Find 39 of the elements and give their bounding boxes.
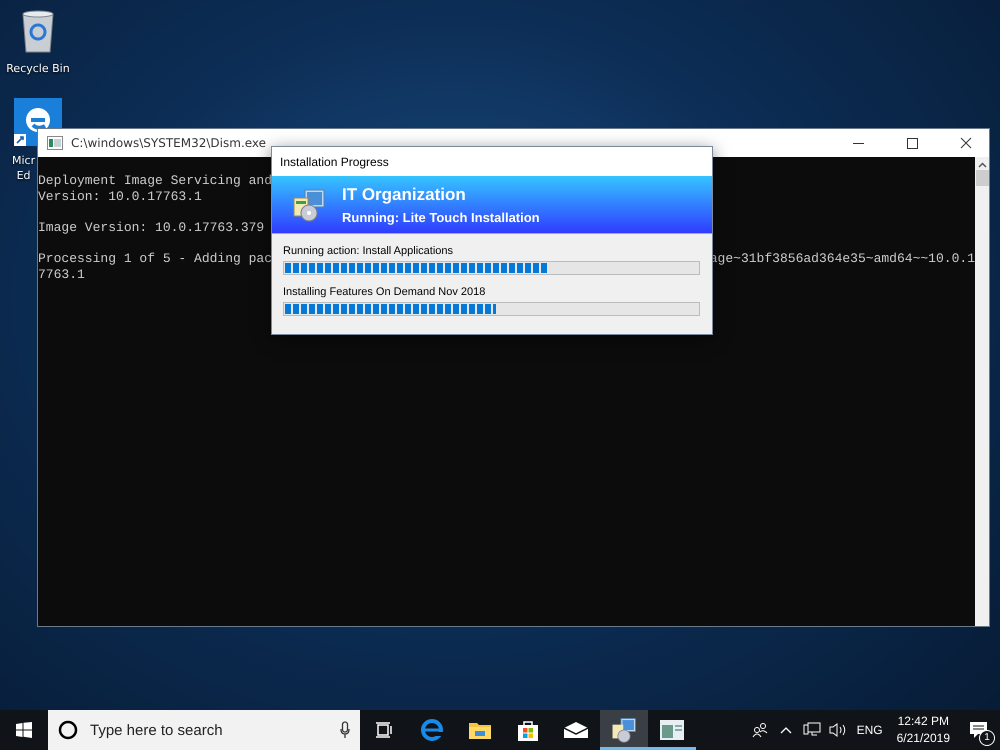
- folder-icon: [469, 721, 491, 739]
- console-text: Deployment Image Servicing and: [38, 173, 272, 189]
- shopping-bag-icon: [517, 719, 539, 741]
- window-title: C:\windows\SYSTEM32\Dism.exe: [71, 136, 268, 150]
- windows-logo-icon: [16, 722, 32, 738]
- console-text: 7763.1: [38, 266, 85, 282]
- desktop-icon-label[interactable]: Recycle Bin: [6, 61, 70, 76]
- maximize-icon: [906, 138, 918, 148]
- scroll-up-icon[interactable]: [978, 162, 986, 168]
- search-field[interactable]: Type here to search: [88, 720, 330, 740]
- browser-icon: [421, 719, 443, 741]
- task-view-icon: [375, 722, 393, 738]
- clock[interactable]: 12:42 PM 6/21/2019: [888, 710, 958, 750]
- microphone-icon[interactable]: [340, 721, 350, 739]
- console-text: Processing 1 of 5 - Adding pac: [38, 250, 272, 267]
- taskbar-app-button[interactable]: [600, 710, 648, 750]
- dialog-title: Installation Progress: [272, 147, 712, 176]
- minimize-icon: [852, 142, 864, 144]
- console-text: Image Version: 10.0.17763.379: [38, 220, 264, 236]
- desktop-icon-label[interactable]: Micr Ed: [12, 153, 36, 183]
- envelope-icon: [564, 722, 588, 738]
- computer-setup-icon: [611, 717, 637, 743]
- computer-setup-icon: [292, 188, 326, 222]
- console-app-icon: [47, 136, 63, 150]
- close-icon: [960, 137, 972, 149]
- search-bar[interactable]: Type here to search: [48, 710, 360, 750]
- organization-name: IT Organization: [342, 184, 467, 204]
- scroll-bar[interactable]: [975, 157, 989, 626]
- recycle-bin-icon: [20, 10, 56, 54]
- progress-label: Running action: Install Applications: [283, 245, 454, 257]
- console-text: Version: 10.0.17763.1: [38, 188, 202, 204]
- search-circle-icon: [58, 720, 78, 740]
- app-window-icon: [660, 720, 684, 740]
- scroll-thumb[interactable]: [976, 170, 988, 186]
- notification-button[interactable]: 1: [958, 710, 1000, 750]
- language-indicator[interactable]: ENG: [850, 710, 889, 750]
- console-text: age~31bf3856ad364e35~amd64~~10.0.1: [710, 250, 975, 267]
- progress-label: Installing Features On Demand Nov 2018: [283, 286, 486, 298]
- status-subtitle: Running: Lite Touch Installation: [342, 210, 540, 224]
